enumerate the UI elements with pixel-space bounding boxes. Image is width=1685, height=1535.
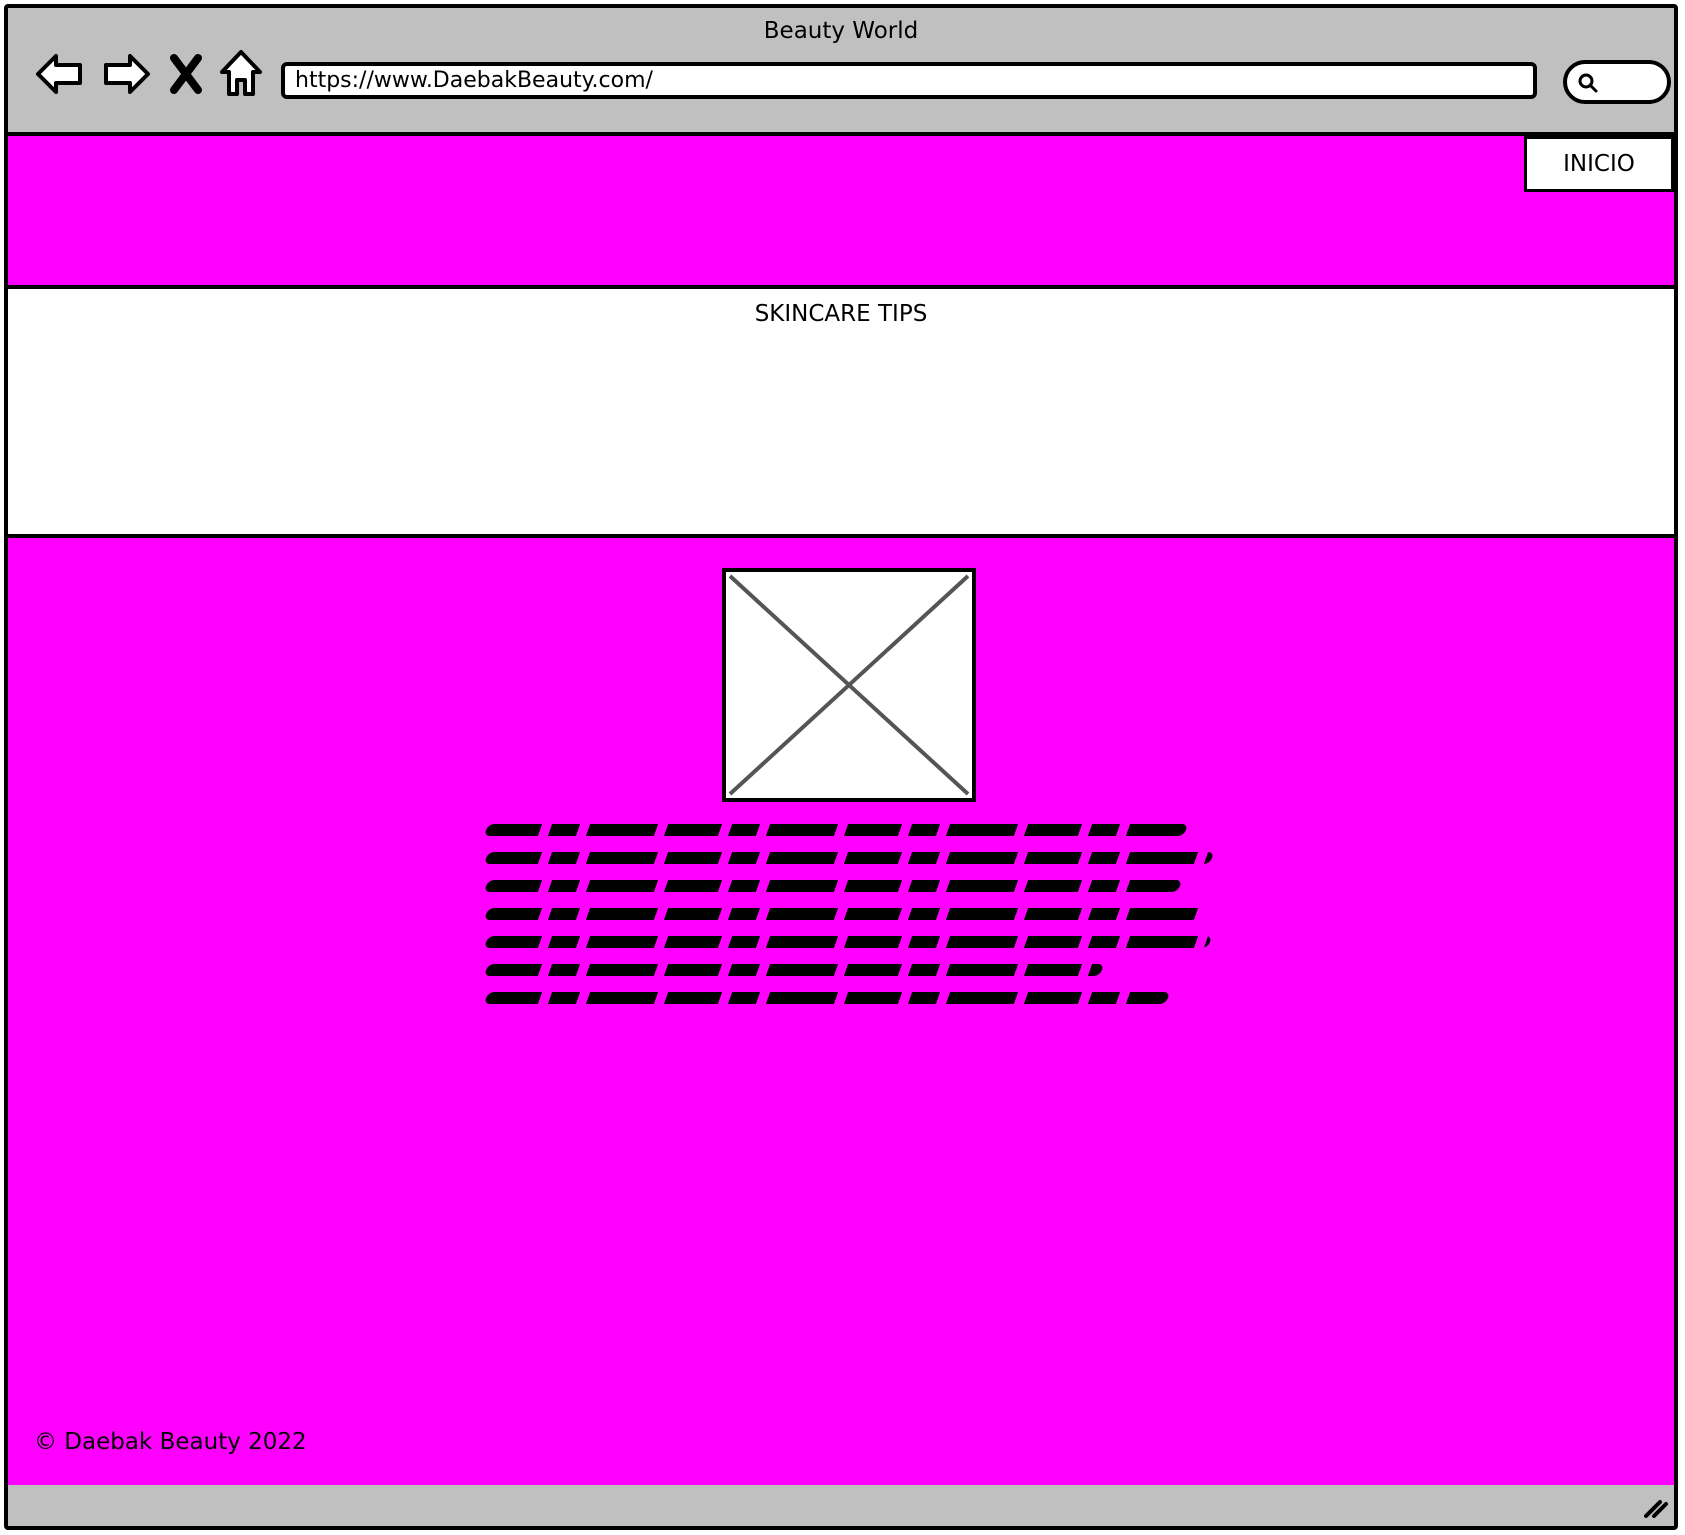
- url-field[interactable]: https://www.DaebakBeauty.com/: [281, 62, 1537, 99]
- search-field[interactable]: [1563, 60, 1671, 104]
- text-line: [483, 852, 1215, 864]
- home-icon: [220, 50, 262, 96]
- window-title: Beauty World: [763, 18, 919, 44]
- text-line: [483, 936, 1213, 948]
- browser-window: Beauty World https://www.DaebakBeauty.co…: [4, 4, 1678, 1530]
- text-line: [483, 908, 1203, 920]
- tips-title: SKINCARE TIPS: [754, 301, 928, 327]
- inicio-button[interactable]: INICIO: [1524, 136, 1674, 192]
- image-placeholder: [722, 568, 976, 802]
- text-line: [483, 992, 1171, 1004]
- stop-button[interactable]: [164, 48, 208, 100]
- search-icon: [1578, 73, 1598, 93]
- back-arrow-icon: [36, 54, 82, 94]
- skincare-tips-panel: SKINCARE TIPS: [8, 289, 1674, 538]
- status-bar: [8, 1485, 1674, 1526]
- text-line: [483, 964, 1105, 976]
- main-content: © Daebak Beauty 2022: [8, 538, 1674, 1493]
- text-line: [483, 880, 1183, 892]
- forward-button[interactable]: [100, 48, 152, 100]
- site-header: INICIO: [8, 136, 1674, 289]
- image-placeholder-icon: [728, 574, 970, 796]
- home-button[interactable]: [218, 48, 264, 100]
- close-icon: [170, 54, 202, 94]
- resize-grip-icon: [1644, 1500, 1668, 1518]
- back-button[interactable]: [34, 48, 86, 100]
- browser-toolbar: Beauty World https://www.DaebakBeauty.co…: [8, 8, 1674, 136]
- body-text-placeholder: [483, 824, 1216, 1020]
- text-line: [483, 824, 1189, 836]
- resize-grip[interactable]: [1642, 1494, 1668, 1520]
- copyright-text: © Daebak Beauty 2022: [34, 1429, 307, 1455]
- forward-arrow-icon: [104, 54, 150, 94]
